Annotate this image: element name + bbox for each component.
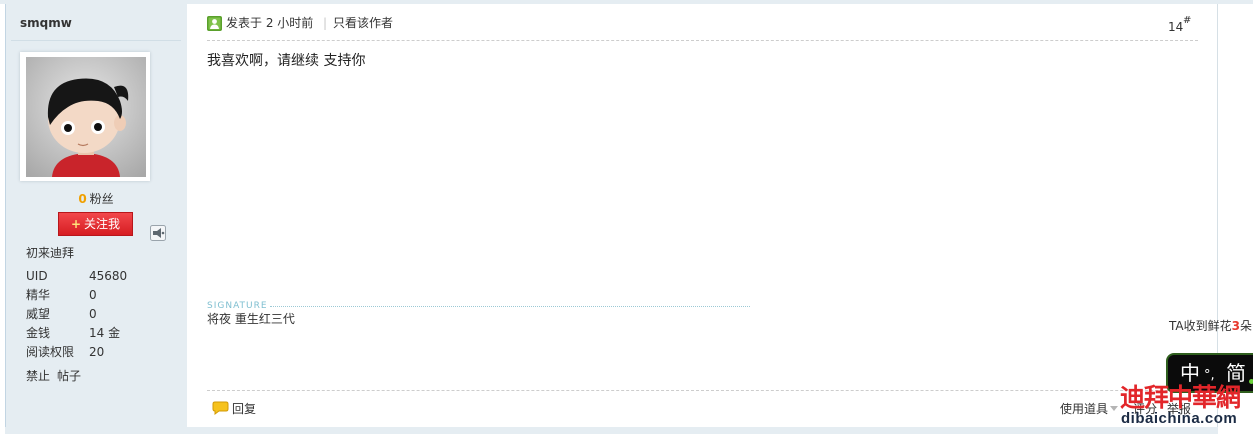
sidebar-divider bbox=[11, 40, 181, 41]
floor-mark: # bbox=[1183, 15, 1192, 26]
cartoon-avatar-image bbox=[26, 57, 146, 177]
flowers-suffix: 朵 bbox=[1239, 319, 1252, 333]
ban-user-link[interactable]: 禁止 bbox=[26, 369, 50, 383]
stat-value-read-permission: 20 bbox=[89, 345, 105, 359]
stat-value-money: 14 金 bbox=[89, 326, 121, 340]
signature-label: SIGNATURE bbox=[207, 301, 268, 311]
reply-label: 回复 bbox=[232, 402, 257, 416]
header-divider bbox=[207, 40, 1198, 41]
follow-plus-icon: + bbox=[70, 217, 82, 231]
signature-divider bbox=[270, 306, 750, 307]
stat-label-digest: 精华 bbox=[26, 288, 51, 302]
user-rank: 初来迪拜 bbox=[26, 246, 75, 260]
top-border-strip bbox=[0, 0, 1253, 4]
stat-label-uid: UID bbox=[26, 269, 48, 283]
watermark-chinese: 迪拜中華網 bbox=[1120, 384, 1241, 412]
stat-value-prestige: 0 bbox=[89, 307, 97, 321]
stat-label-read-permission: 阅读权限 bbox=[26, 345, 75, 359]
bottom-border-strip bbox=[5, 427, 1218, 434]
post-content: 我喜欢啊，请继续 支持你 bbox=[207, 53, 366, 69]
avatar[interactable] bbox=[20, 52, 150, 181]
broadcast-icon[interactable] bbox=[150, 225, 166, 241]
online-status-icon bbox=[207, 16, 222, 31]
fans-count: 0 bbox=[78, 192, 87, 206]
chevron-down-icon bbox=[1110, 406, 1118, 411]
fans-label: 粉丝 bbox=[89, 192, 114, 206]
flowers-received: TA收到鲜花3朵 bbox=[1169, 319, 1252, 333]
footer-divider bbox=[207, 390, 1198, 391]
floor-number: 14 bbox=[1168, 20, 1184, 34]
stat-value-digest: 0 bbox=[89, 288, 97, 302]
ime-simplified-toggle[interactable]: 简 bbox=[1226, 362, 1246, 384]
stat-value-uid: 45680 bbox=[89, 269, 128, 283]
post-timestamp: 发表于 2 小时前 bbox=[226, 16, 314, 30]
header-separator: | bbox=[323, 16, 328, 30]
follow-button[interactable]: + 关注我 bbox=[58, 212, 133, 236]
author-username[interactable]: smqmw bbox=[20, 16, 72, 30]
stat-label-prestige: 威望 bbox=[26, 307, 51, 321]
flowers-count: 3 bbox=[1231, 319, 1240, 333]
site-watermark: 迪拜中華網 dibaichina.com bbox=[1120, 384, 1253, 430]
ime-language-toggle[interactable]: 中 bbox=[1180, 362, 1200, 384]
stat-label-money: 金钱 bbox=[26, 326, 51, 340]
reply-bubble-icon bbox=[212, 401, 229, 415]
author-only-link[interactable]: 只看该作者 bbox=[333, 16, 393, 30]
ban-posts-link[interactable]: 帖子 bbox=[57, 369, 81, 383]
fans-link[interactable]: 0 粉丝 bbox=[5, 192, 187, 206]
flowers-prefix: TA收到鲜花 bbox=[1169, 319, 1232, 333]
signature-text: 将夜 重生红三代 bbox=[207, 312, 295, 326]
watermark-domain: dibaichina.com bbox=[1121, 410, 1238, 427]
follow-button-label: 关注我 bbox=[84, 217, 121, 231]
use-tools-label: 使用道具 bbox=[1060, 402, 1109, 416]
